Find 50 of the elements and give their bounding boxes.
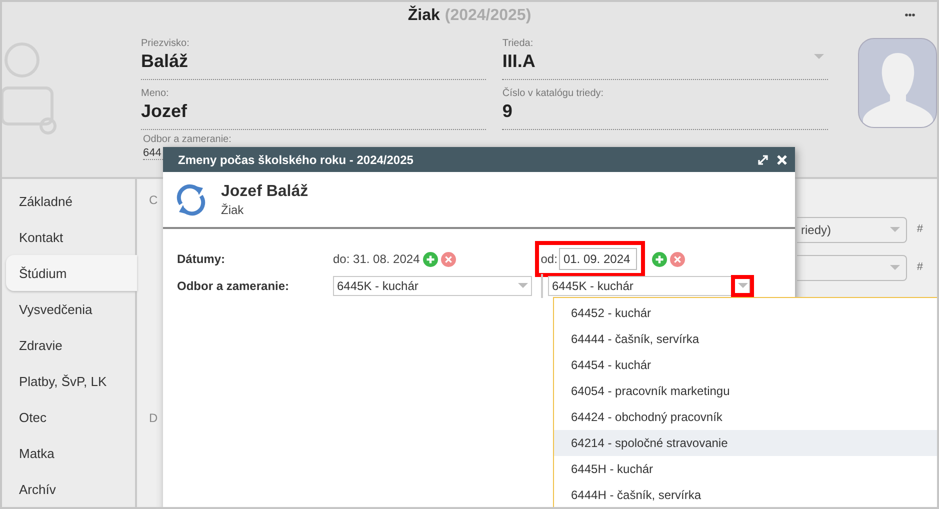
remove-icon[interactable] [440, 252, 456, 266]
hash-icon[interactable]: # [916, 223, 923, 235]
sidebar-item[interactable]: Platby, ŠvP, LK [6, 363, 135, 399]
remove-icon[interactable] [670, 252, 686, 266]
caret-icon [518, 283, 528, 289]
more-icon[interactable] [905, 13, 915, 17]
caret-icon [890, 227, 900, 233]
field-value: 644 [143, 147, 162, 159]
sidebar-item[interactable]: Zdravie [6, 327, 135, 363]
refresh-icon [175, 184, 207, 216]
add-icon[interactable] [422, 252, 438, 266]
sidebar-item[interactable]: Archív [6, 471, 135, 507]
field-value: Baláž [141, 50, 190, 72]
field-label: od: [540, 252, 558, 266]
select-field[interactable] [797, 255, 907, 281]
sidebar-item[interactable]: Kontakt [6, 219, 135, 255]
school-year: (2024/2025) [444, 7, 532, 25]
caret-icon [890, 265, 900, 271]
dropdown-option[interactable]: 64214 - spoločné stravovanie [554, 430, 937, 456]
hash-icon[interactable]: # [916, 261, 923, 273]
section-heading: C [149, 193, 158, 207]
date-input[interactable]: 01. 09. 2024 [559, 248, 638, 270]
sidebar-item[interactable]: Otec [6, 399, 135, 435]
field-value: Jozef [141, 100, 188, 122]
close-icon[interactable] [777, 154, 787, 164]
select-field[interactable]: 6445K - kuchár [333, 276, 532, 296]
sidebar-item[interactable]: Základné [6, 183, 135, 219]
dialog-title: Zmeny počas školského roku - 2024/2025 [178, 152, 414, 166]
field-label: Dátumy: [177, 252, 226, 266]
sidebar-item[interactable]: Matka [6, 435, 135, 471]
sidebar-item[interactable]: Vysvedčenia [6, 291, 135, 327]
field-label: Odbor a zameranie: [143, 134, 232, 145]
expand-icon[interactable] [758, 154, 768, 164]
select-field[interactable]: riedy) [797, 217, 907, 243]
sidebar-item[interactable]: Štúdium [6, 255, 137, 291]
caret-icon [814, 54, 824, 60]
page-title: Žiak [408, 7, 440, 25]
field-label: Meno: [141, 88, 170, 98]
caret-icon [738, 283, 748, 289]
field-label: Číslo v katalógu triedy: [502, 88, 605, 98]
field-value[interactable]: III.A [502, 50, 828, 72]
person-role: Žiak [221, 202, 245, 216]
field-label: Odbor a zameranie: [177, 279, 290, 293]
end-date: do: 31. 08. 2024 [333, 252, 420, 266]
section-heading: D [149, 411, 158, 425]
field-label: Trieda: [502, 38, 534, 48]
person-name: Jozef Baláž [221, 182, 308, 200]
field-label: Priezvisko: [141, 38, 190, 48]
add-icon[interactable] [652, 252, 668, 266]
field-value: 9 [502, 100, 514, 122]
